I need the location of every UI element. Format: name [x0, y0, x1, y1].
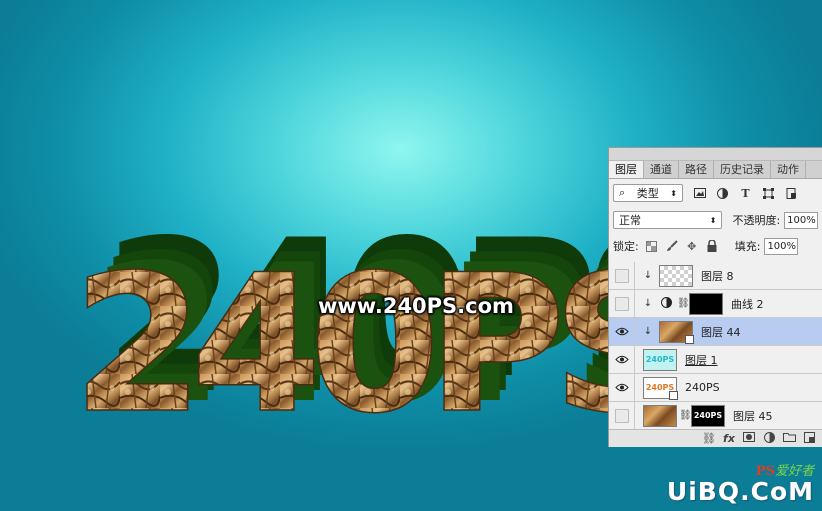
layer-thumbnail — [659, 264, 693, 287]
opacity-input[interactable]: 100% — [784, 211, 818, 229]
layer-row-selected[interactable]: ↓ 图层 44 — [609, 317, 822, 346]
new-layer-icon[interactable] — [799, 431, 819, 446]
eye-icon — [614, 327, 629, 336]
layer-thumbnail: 240PS — [643, 348, 677, 371]
lock-label: 锁定: — [613, 240, 639, 253]
fill-input[interactable]: 100% — [764, 237, 799, 255]
lock-transparent-icon[interactable] — [645, 239, 659, 253]
mask-icon[interactable] — [739, 432, 759, 445]
artwork-text-face: 240PS — [72, 234, 675, 455]
visibility-toggle[interactable] — [609, 289, 635, 318]
layer-row[interactable]: ↓ 图层 8 — [609, 261, 822, 290]
layer-row[interactable]: 240PS 240PS — [609, 373, 822, 402]
chain-link-icon[interactable]: ⛓ — [677, 298, 690, 309]
eye-icon — [614, 355, 629, 364]
filter-row: ⌕ 类型 ⬍ T — [609, 179, 822, 207]
layer-name[interactable]: 图层 1 — [685, 352, 718, 368]
layer-row[interactable]: ↓ ⛓ 曲线 2 — [609, 289, 822, 318]
smart-filter-icon[interactable] — [785, 187, 798, 200]
layers-panel: 图层 通道 路径 历史记录 动作 ⌕ 类型 ⬍ T 正常 ⬍ 不透明度: 100… — [608, 147, 822, 447]
layer-row[interactable]: ⛓ 240PS 图层 45 — [609, 401, 822, 430]
updown-icon: ⬍ — [709, 215, 717, 225]
thumbnail-text: 240PS — [645, 354, 675, 364]
layer-thumbnail — [659, 320, 694, 344]
filter-type-select[interactable]: ⌕ 类型 ⬍ — [613, 184, 683, 202]
tab-paths[interactable]: 路径 — [679, 161, 714, 178]
blend-row: 正常 ⬍ 不透明度: 100% — [609, 207, 822, 233]
curves-adjustment-icon — [659, 296, 673, 311]
panel-bottom-toolbar: ⛓ fx — [609, 429, 822, 447]
smart-object-icon — [669, 390, 678, 400]
layer-name[interactable]: 曲线 2 — [731, 296, 764, 312]
layer-thumbnail — [643, 404, 677, 427]
tab-channels[interactable]: 通道 — [644, 161, 679, 178]
layer-name[interactable]: 图层 8 — [701, 268, 734, 284]
blend-mode-label: 正常 — [619, 214, 641, 227]
layer-thumbnail: 240PS — [643, 376, 678, 400]
lock-move-icon[interactable]: ✥ — [685, 239, 699, 253]
visibility-toggle[interactable] — [609, 261, 635, 290]
lock-brush-icon[interactable] — [665, 239, 679, 253]
type-filter-icon[interactable]: T — [739, 187, 752, 200]
visibility-toggle[interactable] — [609, 401, 635, 430]
adjustment-icon[interactable] — [759, 431, 779, 446]
blend-mode-select[interactable]: 正常 ⬍ — [613, 211, 723, 229]
panel-title-bar[interactable] — [609, 148, 822, 161]
clip-arrow-icon: ↓ — [643, 270, 653, 281]
updown-icon: ⬍ — [670, 188, 677, 198]
thumbnail-text: 240PS — [693, 410, 723, 420]
logo-main-text: UiBQ.CoM — [666, 477, 814, 506]
layer-row[interactable]: 240PS 图层 1 — [609, 345, 822, 374]
smart-object-icon — [685, 334, 694, 344]
filter-type-label: 类型 — [636, 187, 659, 200]
folder-icon[interactable] — [779, 432, 799, 445]
image-filter-icon[interactable] — [693, 187, 706, 200]
mask-thumbnail — [689, 292, 723, 315]
fill-label: 填充: — [734, 240, 761, 253]
visibility-toggle[interactable] — [609, 317, 635, 346]
chain-link-icon[interactable]: ⛓ — [679, 410, 692, 421]
hidden-eye-icon — [614, 296, 629, 311]
shape-filter-icon[interactable] — [762, 187, 775, 200]
tab-layers[interactable]: 图层 — [609, 161, 644, 178]
layer-name[interactable]: 图层 45 — [733, 408, 773, 424]
lock-row: 锁定: ✥ 填充: 100% — [609, 233, 822, 259]
lock-all-icon[interactable] — [705, 239, 719, 253]
search-icon: ⌕ — [619, 186, 626, 199]
clip-arrow-icon: ↓ — [643, 326, 653, 337]
hidden-eye-icon — [614, 408, 629, 423]
visibility-toggle[interactable] — [609, 373, 635, 402]
adjustment-filter-icon[interactable] — [716, 187, 729, 200]
layer-name[interactable]: 240PS — [685, 381, 720, 394]
watermark-text: www.240PS.com — [318, 294, 514, 318]
hidden-eye-icon — [614, 268, 629, 283]
tab-actions[interactable]: 动作 — [771, 161, 806, 178]
clip-arrow-icon: ↓ — [643, 298, 653, 309]
site-logo: PS爱好者 UiBQ.CoM — [667, 465, 814, 505]
mask-thumbnail: 240PS — [691, 404, 725, 427]
tab-history[interactable]: 历史记录 — [714, 161, 771, 178]
fx-icon[interactable]: fx — [719, 432, 739, 445]
eye-icon — [614, 383, 629, 392]
link-icon[interactable]: ⛓ — [699, 432, 719, 445]
visibility-toggle[interactable] — [609, 345, 635, 374]
layer-list: ↓ 图层 8 ↓ ⛓ 曲线 2 ↓ 图层 44 240PS 图层 1 240PS… — [609, 261, 822, 430]
layer-name[interactable]: 图层 44 — [701, 324, 741, 340]
panel-tabs: 图层 通道 路径 历史记录 动作 — [609, 161, 822, 179]
opacity-label: 不透明度: — [732, 214, 781, 227]
